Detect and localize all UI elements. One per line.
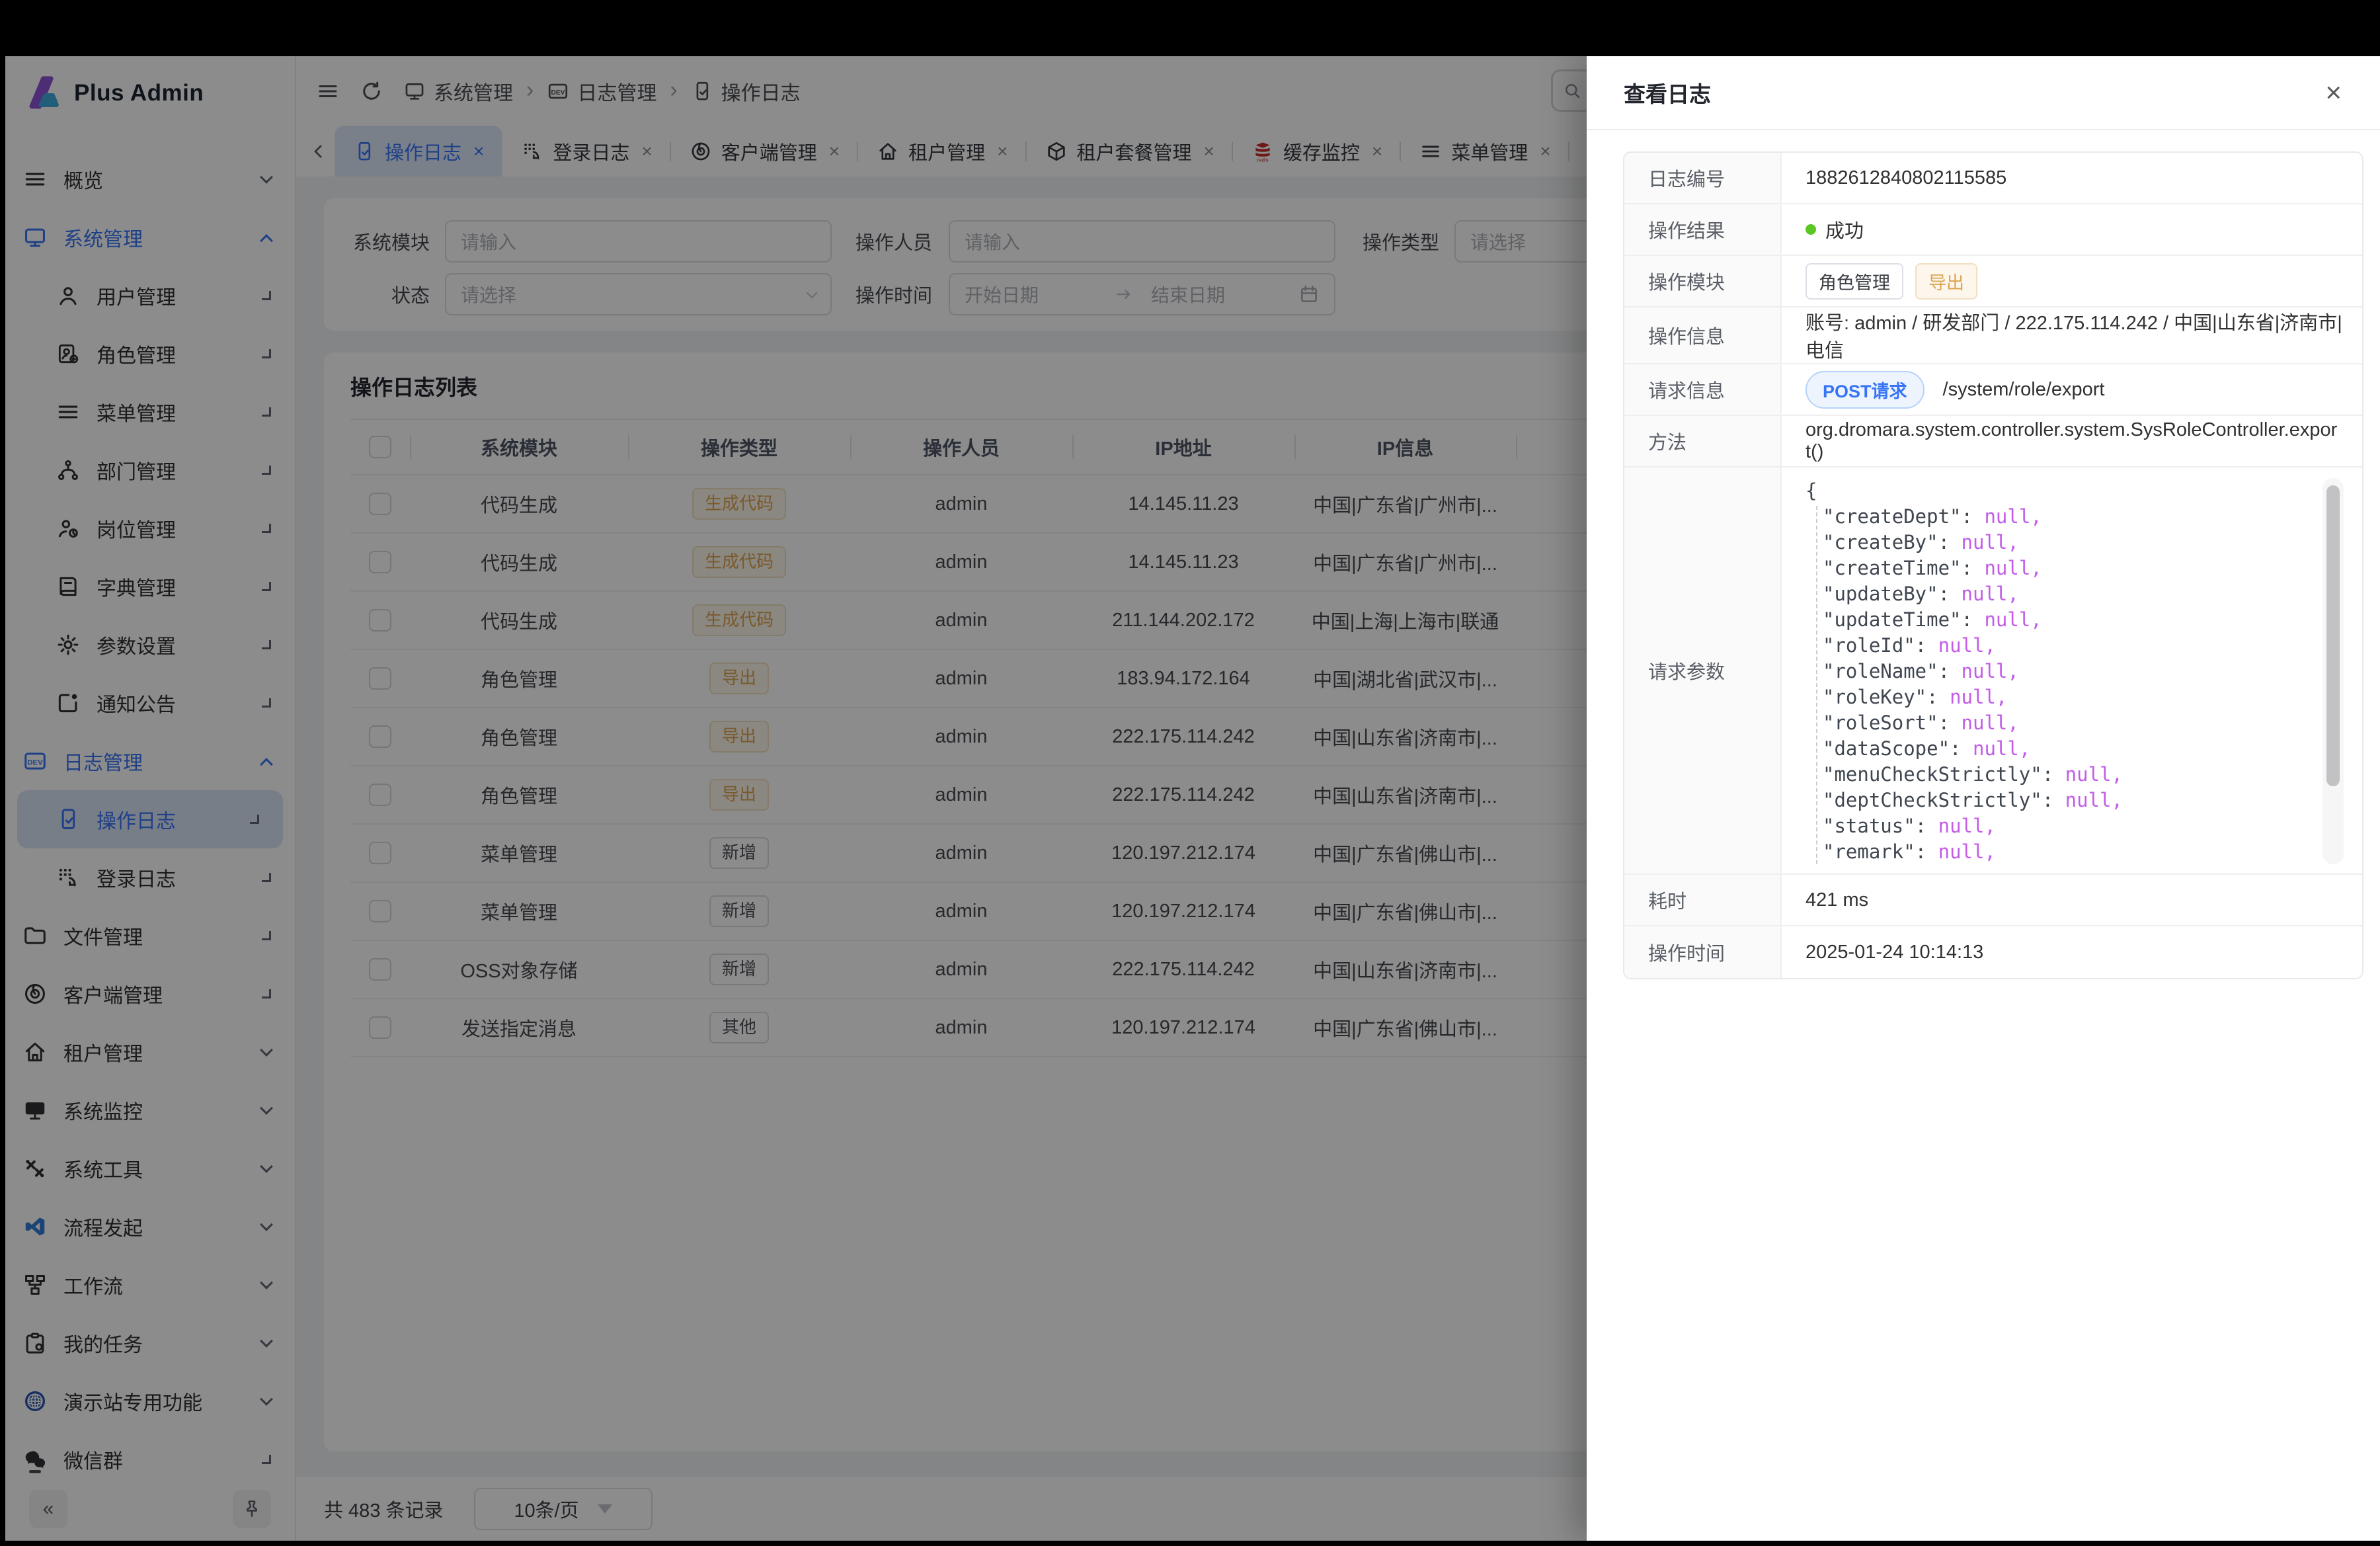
json-value: null, <box>1962 583 2019 605</box>
json-line: "remark": null, <box>1805 839 2309 865</box>
detail-row-duration: 耗时 421 ms <box>1624 875 2362 926</box>
request-url: /system/role/export <box>1943 379 2105 401</box>
json-line: "roleKey": null, <box>1805 684 2309 710</box>
json-key: "roleKey": <box>1823 686 1938 708</box>
json-line: "createTime": null, <box>1805 555 2309 581</box>
json-line: "roleName": null, <box>1805 659 2309 684</box>
json-line: "createDept": null, <box>1805 504 2309 530</box>
json-line: "roleSort": null, <box>1805 710 2309 736</box>
json-line: "deptCheckStrictly": null, <box>1805 788 2309 813</box>
indent-guide <box>1816 506 1817 864</box>
module-tag: 角色管理 <box>1805 263 1903 300</box>
method-value: org.dromara.system.controller.system.Sys… <box>1782 416 2362 466</box>
scrollbar-track[interactable] <box>2322 478 2344 864</box>
detail-label: 操作时间 <box>1624 926 1782 978</box>
result-value: 成功 <box>1782 204 2362 255</box>
json-line: "roleId": null, <box>1805 633 2309 659</box>
detail-row-time: 操作时间 2025-01-24 10:14:13 <box>1624 926 2362 978</box>
detail-label: 方法 <box>1624 416 1782 466</box>
detail-label: 操作结果 <box>1624 204 1782 255</box>
request-params-value: { "createDept": null, "createBy": null, … <box>1782 468 2362 874</box>
json-key: "updateTime": <box>1823 608 1973 631</box>
success-dot <box>1805 224 1816 235</box>
json-value: null, <box>1938 840 1996 863</box>
json-line: "dataScope": null, <box>1805 736 2309 762</box>
detail-row-params: 请求参数 { "createDept": null, "createBy": n… <box>1624 468 2362 875</box>
detail-label: 请求信息 <box>1624 364 1782 415</box>
detail-row-info: 操作信息 账号: admin / 研发部门 / 222.175.114.242 … <box>1624 307 2362 364</box>
json-key: "createDept": <box>1823 505 1973 528</box>
json-value: null, <box>1962 712 2019 734</box>
json-value: null, <box>1973 737 2030 760</box>
detail-row-request: 请求信息 POST请求 /system/role/export <box>1624 364 2362 416</box>
detail-label: 操作信息 <box>1624 307 1782 363</box>
result-text: 成功 <box>1825 216 1864 243</box>
duration-value: 421 ms <box>1782 875 2362 925</box>
json-open-brace: { <box>1805 478 2309 504</box>
detail-row-module: 操作模块 角色管理 导出 <box>1624 256 2362 307</box>
json-line: "updateTime": null, <box>1805 607 2309 633</box>
json-value: null, <box>1962 531 2019 553</box>
json-key: "deptCheckStrictly": <box>1823 789 2053 811</box>
json-line: "createBy": null, <box>1805 530 2309 555</box>
json-key: "dataScope": <box>1823 737 1962 760</box>
operation-time-value: 2025-01-24 10:14:13 <box>1782 926 2362 978</box>
detail-label: 请求参数 <box>1624 468 1782 874</box>
json-key: "roleSort": <box>1823 712 1950 734</box>
action-tag: 导出 <box>1915 263 1977 300</box>
drawer-header: 查看日志 × <box>1587 56 2380 130</box>
json-value: null, <box>1938 815 1996 837</box>
json-key: "roleId": <box>1823 634 1926 657</box>
request-info-value: POST请求 /system/role/export <box>1782 364 2362 415</box>
json-value: null, <box>1950 686 2007 708</box>
drawer-title: 查看日志 <box>1624 77 1711 108</box>
detail-label: 操作模块 <box>1624 256 1782 306</box>
log-detail-table: 日志编号 1882612840802115585 操作结果 成功 操作模块 角色… <box>1623 151 2363 979</box>
module-value: 角色管理 导出 <box>1782 256 2362 306</box>
json-value: null, <box>1984 557 2042 579</box>
detail-row-result: 操作结果 成功 <box>1624 204 2362 256</box>
json-value: null, <box>2065 789 2123 811</box>
json-key: "menuCheckStrictly": <box>1823 763 2053 786</box>
json-line: "updateBy": null, <box>1805 581 2309 607</box>
detail-row-method: 方法 org.dromara.system.controller.system.… <box>1624 416 2362 468</box>
http-method-tag: POST请求 <box>1805 371 1924 409</box>
detail-label: 耗时 <box>1624 875 1782 925</box>
json-value: null, <box>1984 505 2042 528</box>
json-value: null, <box>2065 763 2123 786</box>
scrollbar-thumb[interactable] <box>2326 485 2340 786</box>
log-id-value: 1882612840802115585 <box>1782 153 2362 203</box>
json-lines: "createDept": null, "createBy": null, "c… <box>1805 504 2309 865</box>
close-drawer-button[interactable]: × <box>2325 79 2342 106</box>
detail-label: 日志编号 <box>1624 153 1782 203</box>
json-value: null, <box>1938 634 1996 657</box>
view-log-drawer: 查看日志 × 日志编号 1882612840802115585 操作结果 成功 … <box>1587 56 2380 1541</box>
json-key: "roleName": <box>1823 660 1950 682</box>
json-key: "createTime": <box>1823 557 1973 579</box>
json-line: "menuCheckStrictly": null, <box>1805 762 2309 788</box>
json-key: "createBy": <box>1823 531 1950 553</box>
json-key: "updateBy": <box>1823 583 1950 605</box>
json-value: null, <box>1984 608 2042 631</box>
json-value: null, <box>1962 660 2019 682</box>
operation-info-value: 账号: admin / 研发部门 / 222.175.114.242 / 中国|… <box>1782 307 2362 363</box>
json-code-block[interactable]: { "createDept": null, "createBy": null, … <box>1782 468 2362 874</box>
detail-row-log-id: 日志编号 1882612840802115585 <box>1624 153 2362 204</box>
json-key: "status": <box>1823 815 1926 837</box>
json-line: "status": null, <box>1805 813 2309 839</box>
json-key: "remark": <box>1823 840 1926 863</box>
